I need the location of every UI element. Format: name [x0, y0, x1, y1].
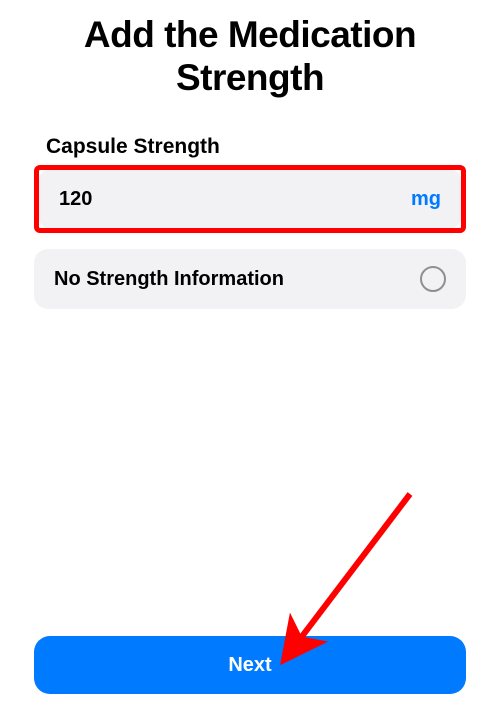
screen: Add the Medica­tion Strength Capsule Str… [0, 14, 500, 702]
radio-unchecked-icon [420, 266, 446, 292]
next-button[interactable]: Next [34, 636, 466, 694]
no-strength-option[interactable]: No Strength Information [34, 249, 466, 309]
section-label-strength: Capsule Strength [0, 135, 500, 159]
highlight-box: mg [34, 165, 466, 233]
annotation-arrow-icon [0, 14, 500, 702]
strength-input[interactable] [59, 188, 411, 211]
strength-field-row[interactable]: mg [39, 170, 461, 228]
page-title: Add the Medica­tion Strength [0, 14, 500, 99]
unit-selector[interactable]: mg [411, 188, 441, 211]
no-strength-label: No Strength Information [54, 268, 284, 291]
